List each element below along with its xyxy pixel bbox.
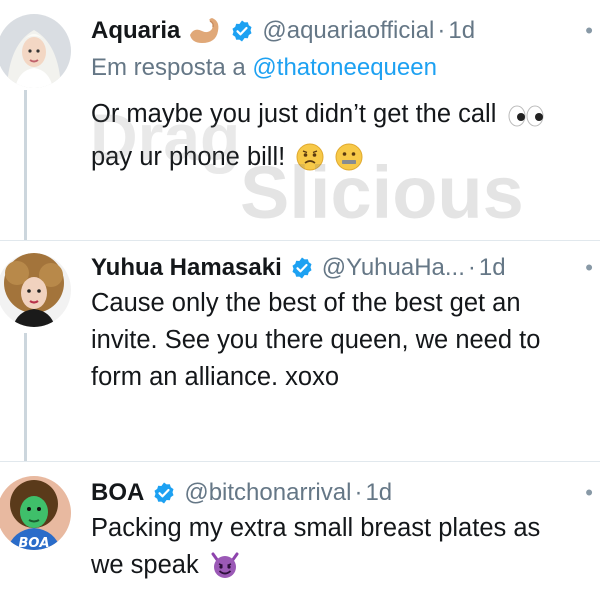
tweet-text: Packing my extra small breast plates as … (91, 510, 600, 590)
worried-face-emoji-icon (296, 143, 324, 182)
timestamp[interactable]: 1d (448, 17, 475, 45)
reply-prefix: Em resposta a (91, 54, 246, 81)
eyes-emoji-icon (507, 102, 547, 139)
display-name[interactable]: Aquaria (91, 17, 180, 45)
separator: · (467, 254, 476, 281)
tweet-aquaria[interactable]: Aquaria @aquariaofficial · 1d • Em respo… (0, 0, 600, 240)
timestamp[interactable]: 1d (365, 479, 392, 507)
display-name[interactable]: BOA (91, 479, 144, 507)
handle[interactable]: @aquariaofficial (262, 17, 434, 45)
reply-context: Em resposta a @thatoneequeen (91, 54, 437, 82)
tweet-header: Yuhua Hamasaki @YuhuaHa... · 1d • (91, 251, 600, 285)
text-line: invite. See you there queen, we need to (91, 326, 541, 354)
tweet-text: Or maybe you just didn’t get the call pa… (91, 96, 600, 182)
avatar[interactable]: BOA (0, 476, 71, 550)
tweet-header: BOA @bitchonarrival · 1d • (91, 476, 600, 510)
text-line: Or maybe you just didn’t get the call (91, 96, 600, 139)
avatar[interactable] (0, 253, 71, 327)
reply-mention-link[interactable]: @thatoneequeen (252, 54, 437, 81)
tweet-boa[interactable]: BOA BOA @bitchonarrival · 1d • Packing m… (0, 462, 600, 600)
separator: · (437, 17, 446, 44)
tweet-header: Aquaria @aquariaofficial · 1d • (91, 14, 600, 48)
text-line: Cause only the best of the best get an (91, 289, 521, 317)
text-line: form an alliance. xoxo (91, 363, 340, 391)
text-line: pay ur phone bill! (91, 139, 600, 182)
thread-line (24, 90, 27, 240)
text-line: Packing my extra small breast plates as (91, 514, 541, 542)
flexed-arm-emoji-icon (188, 17, 222, 45)
tweet-text: Cause only the best of the best get an i… (91, 285, 600, 396)
more-options-icon[interactable]: • (585, 480, 594, 506)
text-line: we speak (91, 547, 600, 590)
more-options-icon[interactable]: • (585, 255, 594, 281)
handle[interactable]: @bitchonarrival (184, 479, 351, 507)
display-name[interactable]: Yuhua Hamasaki (91, 254, 282, 282)
verified-badge-icon (290, 256, 314, 280)
separator: · (354, 479, 363, 506)
smiling-devil-emoji-icon (210, 551, 240, 590)
avatar[interactable] (0, 14, 71, 88)
tweet-yuhua[interactable]: Yuhua Hamasaki @YuhuaHa... · 1d • Cause … (0, 241, 600, 461)
svg-text:BOA: BOA (18, 536, 49, 550)
zipper-mouth-emoji-icon (335, 143, 363, 182)
thread-line (24, 333, 27, 461)
verified-badge-icon (152, 481, 176, 505)
verified-badge-icon (230, 19, 254, 43)
timestamp[interactable]: 1d (479, 254, 506, 282)
more-options-icon[interactable]: • (585, 18, 594, 44)
handle[interactable]: @YuhuaHa... (322, 254, 465, 282)
